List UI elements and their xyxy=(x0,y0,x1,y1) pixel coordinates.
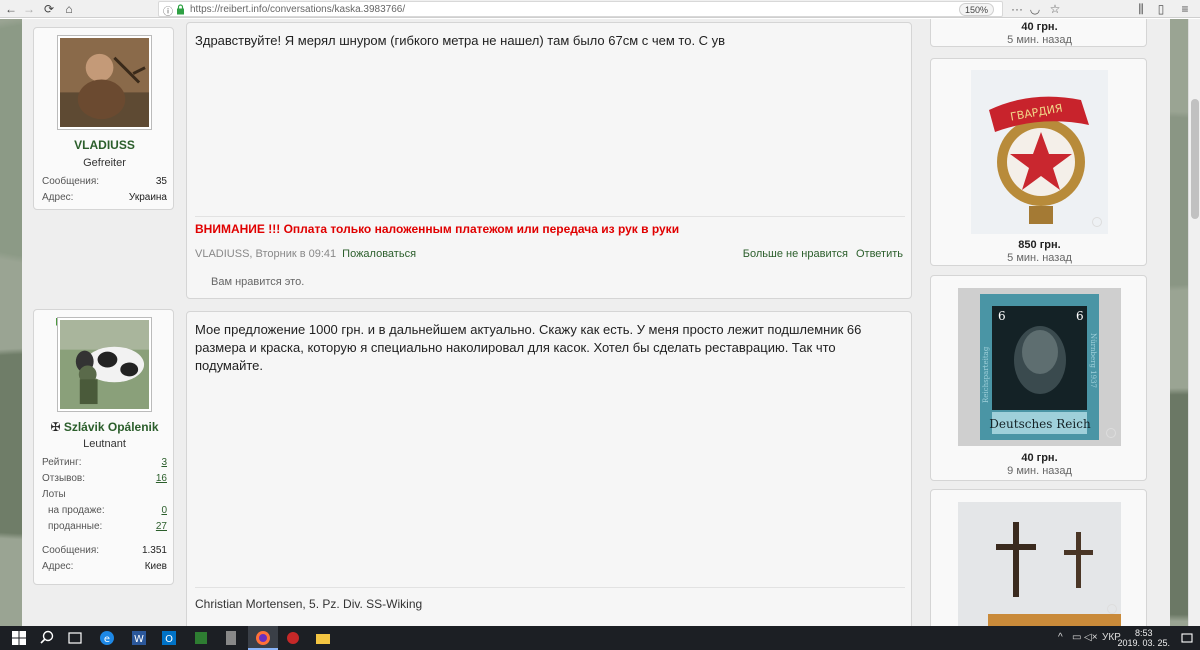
taskbar-active-app[interactable] xyxy=(248,626,278,650)
crosses-image xyxy=(958,502,1121,626)
unlike-link[interactable]: Больше не нравится xyxy=(743,248,848,260)
stat-row: Сообщения: 1.351 xyxy=(42,545,167,556)
stat-row: проданные: 27 xyxy=(48,521,167,532)
listing-time: 5 мин. назад xyxy=(1007,34,1072,46)
url-text: https://reibert.info/conversations/kaska… xyxy=(190,4,406,15)
likes-summary: Вам нравится это. xyxy=(211,276,305,288)
listing-price: 850 грн. xyxy=(1018,239,1061,251)
stat-row: Сообщения: 35 xyxy=(42,176,167,187)
back-icon[interactable]: ← xyxy=(2,0,20,18)
user-rank: Gefreiter xyxy=(83,157,126,169)
home-icon[interactable]: ⌂ xyxy=(60,0,78,18)
zoom-icon[interactable] xyxy=(1107,604,1117,614)
listing-price: 40 грн. xyxy=(1021,21,1058,33)
stamp-image: Deutsches Reich 6 6 Reichsparteitag Nürn… xyxy=(958,288,1121,446)
calculator-icon[interactable] xyxy=(222,629,240,647)
stat-row: Рейтинг: 3 xyxy=(42,457,167,468)
guards-badge-image: ГВАРДИЯ xyxy=(971,70,1108,234)
listing-price: 40 грн. xyxy=(1021,452,1058,464)
signature-divider xyxy=(195,587,905,588)
search-icon[interactable] xyxy=(38,629,56,647)
message: Здравствуйте! Я мерял шнуром (гибкого ме… xyxy=(186,22,912,299)
edge-icon[interactable]: e xyxy=(98,629,116,647)
iron-cross-icon: ✠ xyxy=(50,420,61,434)
stamp-value-right: 6 xyxy=(1076,309,1084,323)
message-actions: Больше не нравится Ответить xyxy=(735,248,903,260)
message-meta: VLADIUSS, Вторник в 09:41 Пожаловаться xyxy=(195,248,416,260)
stat-row: на продаже: 0 xyxy=(48,505,167,516)
avatar-image xyxy=(60,38,149,127)
zoom-indicator[interactable]: 150% xyxy=(958,3,994,16)
user-card: ✠ Szlávik Opálenik Leutnant Рейтинг: 3 От… xyxy=(33,309,174,585)
firefox-icon xyxy=(256,631,270,645)
stamp-left-text: Reichsparteitag xyxy=(982,346,990,403)
sidebar-listing[interactable]: 40 грн. 5 мин. назад xyxy=(930,19,1147,47)
windows-start-icon[interactable] xyxy=(10,629,28,647)
svg-text:W: W xyxy=(134,634,144,645)
listing-time: 9 мин. назад xyxy=(1007,465,1072,477)
listing-time: 5 мин. назад xyxy=(1007,252,1072,264)
sidebar-listing[interactable] xyxy=(930,489,1147,626)
svg-text:O: O xyxy=(165,634,173,645)
stamp-bottom-text: Deutsches Reich xyxy=(989,417,1091,431)
username[interactable]: ✠ Szlávik Opálenik xyxy=(34,420,175,434)
info-icon[interactable]: ⓘ xyxy=(163,3,173,18)
signature-warning: ВНИМАНИЕ !!! Оплата только наложенным пл… xyxy=(195,222,680,236)
page-viewport: VLADIUSS Gefreiter Сообщения: 35 Адрес: Ук… xyxy=(0,19,1200,626)
message-text: Мое предложение 1000 грн. и в дальнейшем… xyxy=(195,322,862,373)
task-view-icon[interactable] xyxy=(66,629,84,647)
sidebar-listing[interactable]: Deutsches Reich 6 6 Reichsparteitag Nürn… xyxy=(930,275,1147,481)
address-bar[interactable]: ⓘ https://reibert.info/conversations/kas… xyxy=(158,1,1003,18)
zoom-icon[interactable] xyxy=(1106,428,1116,438)
signature-divider xyxy=(195,216,905,217)
volume-icon[interactable]: ◁× xyxy=(1084,632,1098,643)
username[interactable]: VLADIUSS xyxy=(34,138,175,152)
zoom-icon[interactable] xyxy=(1092,217,1102,227)
message: Мое предложение 1000 грн. и в дальнейшем… xyxy=(186,311,912,626)
avatar[interactable] xyxy=(57,35,152,130)
outlook-icon[interactable]: O xyxy=(160,629,178,647)
clock-time: 8:53 xyxy=(1134,628,1153,638)
message-text: Здравствуйте! Я мерял шнуром (гибкого ме… xyxy=(195,33,726,48)
system-clock[interactable]: 8:53 2019. 03. 25. xyxy=(1117,628,1170,648)
sidebar-icon[interactable]: ▯ xyxy=(1152,0,1170,18)
report-link[interactable]: Пожаловаться xyxy=(342,248,416,260)
reply-link[interactable]: Ответить xyxy=(856,248,903,260)
signature-text: Christian Mortensen, 5. Pz. Div. SS-Wiki… xyxy=(195,597,423,611)
library-icon[interactable]: ⫼ xyxy=(1132,0,1150,18)
folder-icon[interactable] xyxy=(314,629,332,647)
message-author-date[interactable]: VLADIUSS, Вторник в 09:41 xyxy=(195,248,336,260)
stat-row: Адрес: Киев xyxy=(42,561,167,572)
user-rank: Leutnant xyxy=(83,438,126,450)
pocket-icon[interactable]: ◡ xyxy=(1026,0,1044,18)
avatar-image xyxy=(60,320,149,409)
page-scrollbar[interactable] xyxy=(1188,19,1200,626)
scrollbar-thumb[interactable] xyxy=(1191,99,1199,219)
tray-chevron-icon[interactable]: ^ xyxy=(1058,632,1063,643)
browser-toolbar: ← → ⟳ ⌂ ⓘ https://reibert.info/conversat… xyxy=(0,0,1200,18)
stamp-right-text: Nürnberg 1937 xyxy=(1089,333,1097,388)
forward-icon[interactable]: → xyxy=(20,0,38,18)
clock-date: 2019. 03. 25. xyxy=(1117,638,1170,648)
stat-row: Отзывов: 16 xyxy=(42,473,167,484)
avatar[interactable] xyxy=(57,317,152,412)
windows-taskbar: e W O ^ ▭ ◁× УКР 8:53 2019. 03. 25. xyxy=(0,626,1200,650)
bookmark-star-icon[interactable]: ☆ xyxy=(1046,0,1064,18)
app-icon[interactable] xyxy=(284,629,302,647)
sidebar-listing[interactable]: ГВАРДИЯ 850 грн. 5 мин. назад xyxy=(930,58,1147,266)
lock-icon xyxy=(177,4,184,15)
word-icon[interactable]: W xyxy=(130,629,148,647)
network-icon[interactable]: ▭ xyxy=(1072,632,1081,643)
stat-row: Адрес: Украина xyxy=(42,192,167,203)
reload-icon[interactable]: ⟳ xyxy=(40,0,58,18)
svg-text:e: e xyxy=(104,634,110,645)
stat-row: Лоты xyxy=(42,489,66,500)
user-card: VLADIUSS Gefreiter Сообщения: 35 Адрес: Ук… xyxy=(33,27,174,210)
notifications-icon[interactable] xyxy=(1178,629,1196,647)
media-icon[interactable] xyxy=(192,629,210,647)
more-icon[interactable]: ··· xyxy=(1008,0,1026,18)
menu-icon[interactable]: ≡ xyxy=(1176,0,1194,18)
stamp-value-left: 6 xyxy=(998,309,1006,323)
